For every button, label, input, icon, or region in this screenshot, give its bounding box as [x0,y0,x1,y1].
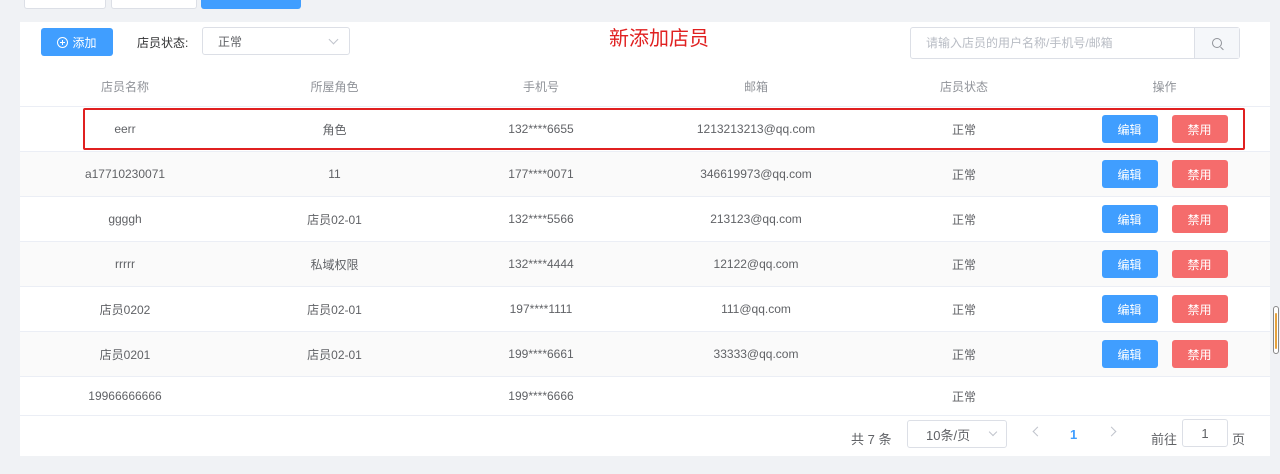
cell-status: 正常 [869,106,1059,152]
table-row: ggggh 店员02-01 132****5566 213123@qq.com … [20,196,1270,242]
cell-actions: 编辑 禁用 [1059,241,1270,287]
cell-email: 346619973@qq.com [643,151,869,197]
header-phone: 手机号 [439,66,643,107]
table-row: eerr 角色 132****6655 1213213213@qq.com 正常… [20,106,1270,152]
search-box [910,27,1240,59]
pagination-total: 共 7 条 [851,432,892,447]
cell-phone: 199****6661 [439,331,643,377]
toolbar: 添加 店员状态: 正常 新添加店员 [20,22,1270,64]
next-page-icon[interactable] [1106,426,1117,437]
edit-button[interactable]: 编辑 [1101,340,1158,368]
cell-status: 正常 [869,241,1059,287]
disable-button[interactable]: 禁用 [1171,205,1228,233]
cell-role: 店员02-01 [230,196,439,242]
header-actions: 操作 [1059,66,1270,107]
cell-actions: 编辑 禁用 [1059,286,1270,332]
disable-button[interactable]: 禁用 [1171,250,1228,278]
cell-phone: 199****6666 [439,376,643,416]
cell-role: 11 [230,151,439,197]
edit-button[interactable]: 编辑 [1101,250,1158,278]
cell-email: 12122@qq.com [643,241,869,287]
cell-role: 店员02-01 [230,331,439,377]
staff-table: 店员名称 所屋角色 手机号 邮箱 店员状态 操作 eerr 角色 132****… [20,66,1270,416]
cell-actions: 编辑 禁用 [1059,196,1270,242]
page-size-value: 10条/页 [926,427,971,443]
header-status: 店员状态 [869,66,1059,107]
table-row: 19966666666 199****6666 正常 [20,376,1270,416]
cell-phone: 132****4444 [439,241,643,287]
search-input[interactable] [911,28,1194,58]
chevron-down-icon [328,34,339,45]
cell-role: 私域权限 [230,241,439,287]
search-button[interactable] [1194,28,1239,58]
cell-status: 正常 [869,331,1059,377]
cell-email [643,376,869,416]
prev-page-icon[interactable] [1032,426,1043,437]
cell-status: 正常 [869,286,1059,332]
cell-status: 正常 [869,151,1059,197]
status-filter-select[interactable]: 正常 [202,27,350,55]
header-role: 所屋角色 [230,66,439,107]
cell-phone: 177****0071 [439,151,643,197]
cell-role: 角色 [230,106,439,152]
disable-button[interactable]: 禁用 [1171,160,1228,188]
edit-button[interactable]: 编辑 [1101,160,1158,188]
search-icon [1212,38,1222,48]
cell-status: 正常 [869,196,1059,242]
staff-panel: 添加 店员状态: 正常 新添加店员 店员名称 所屋角色 手机号 邮箱 店员状态 [20,22,1270,456]
cell-phone: 132****6655 [439,106,643,152]
edit-button[interactable]: 编辑 [1101,205,1158,233]
disable-button[interactable]: 禁用 [1171,340,1228,368]
goto-label: 前往 [1151,432,1178,447]
table-row: 店员0202 店员02-01 197****1111 111@qq.com 正常… [20,286,1270,332]
cell-staff-name: eerr [20,106,230,152]
cell-role: 店员02-01 [230,286,439,332]
table-header-row: 店员名称 所屋角色 手机号 邮箱 店员状态 操作 [20,66,1270,107]
disable-button[interactable]: 禁用 [1171,295,1228,323]
cell-staff-name: 店员0201 [20,331,230,377]
status-filter-value: 正常 [218,34,243,49]
cell-actions: 编辑 禁用 [1059,151,1270,197]
add-button-label: 添加 [72,35,97,50]
cell-email: 111@qq.com [643,286,869,332]
edit-button[interactable]: 编辑 [1101,295,1158,323]
disable-button[interactable]: 禁用 [1171,115,1228,143]
cell-staff-name: 19966666666 [20,376,230,416]
cell-email: 1213213213@qq.com [643,106,869,152]
top-tab-button-3[interactable] [201,0,301,9]
table-row: rrrrr 私域权限 132****4444 12122@qq.com 正常 编… [20,241,1270,287]
cell-status: 正常 [869,376,1059,416]
cell-actions [1059,376,1270,416]
pagination: 共 7 条 10条/页 1 前往 页 [20,414,1270,456]
cell-actions: 编辑 禁用 [1059,331,1270,377]
page-size-select[interactable]: 10条/页 [907,420,1007,448]
cell-staff-name: rrrrr [20,241,230,287]
plus-circle-icon [57,36,69,48]
cell-role [230,376,439,416]
scrollbar-track[interactable] [1272,0,1280,474]
scrollbar-thumb[interactable] [1273,306,1279,354]
top-tab-button-1[interactable] [24,0,106,9]
table-row: a17710230071 11 177****0071 346619973@qq… [20,151,1270,197]
add-staff-button[interactable]: 添加 [41,28,113,56]
cell-staff-name: 店员0202 [20,286,230,332]
goto-unit-label: 页 [1232,432,1246,447]
annotation-text: 新添加店员 [609,28,709,50]
header-staff-name: 店员名称 [20,66,230,107]
chevron-down-icon [988,427,998,437]
cell-phone: 132****5566 [439,196,643,242]
cell-phone: 197****1111 [439,286,643,332]
table-row: 店员0201 店员02-01 199****6661 33333@qq.com … [20,331,1270,377]
edit-button[interactable]: 编辑 [1101,115,1158,143]
cell-email: 213123@qq.com [643,196,869,242]
cell-actions: 编辑 禁用 [1059,106,1270,152]
page-number-current[interactable]: 1 [1070,427,1077,442]
goto-page-input[interactable] [1182,419,1228,447]
cell-staff-name: ggggh [20,196,230,242]
header-email: 邮箱 [643,66,869,107]
cell-staff-name: a17710230071 [20,151,230,197]
status-filter-label: 店员状态: [137,36,189,50]
top-tab-button-2[interactable] [111,0,197,9]
cell-email: 33333@qq.com [643,331,869,377]
